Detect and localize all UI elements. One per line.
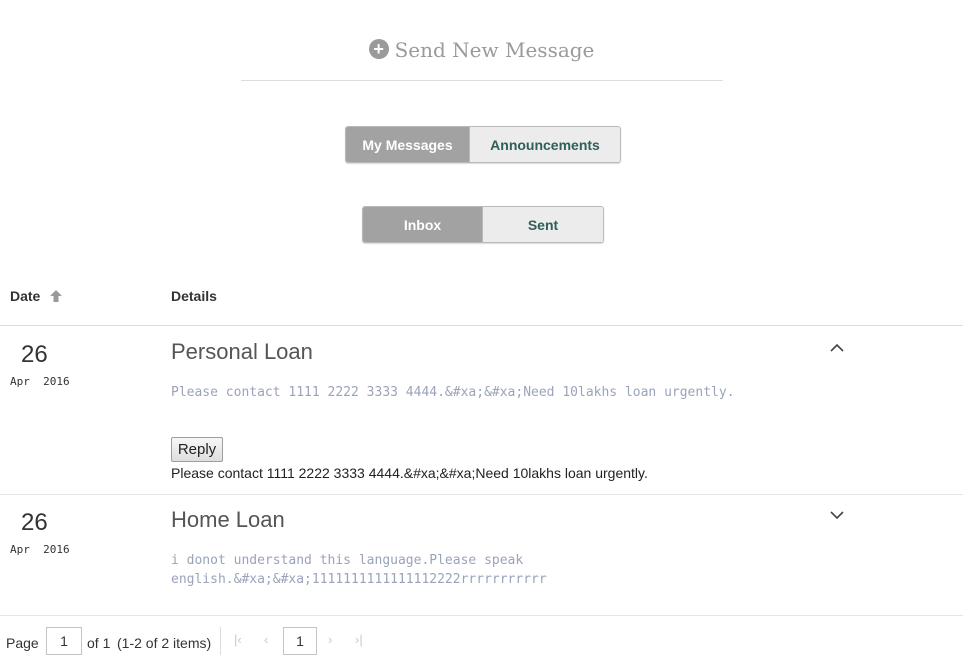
message-body: Please contact 1111 2222 3333 4444.&#xa;… (171, 465, 648, 481)
row-divider (0, 494, 963, 495)
pager-of-label: of 1 (87, 635, 111, 651)
plus-circle-icon: + (368, 39, 389, 59)
arrow-up-icon[interactable] (49, 289, 63, 303)
pager-page-label: Page (6, 635, 39, 651)
message-preview: i donot understand this language.Please … (171, 553, 547, 587)
current-page-button[interactable]: 1 (283, 627, 317, 655)
message-day: 26 (21, 509, 48, 536)
message-month-year: Apr 2016 (10, 375, 70, 388)
tab-inbox[interactable]: Inbox (363, 207, 483, 242)
message-preview: Please contact 1111 2222 3333 4444.&#xa;… (171, 385, 735, 400)
chevron-up-icon[interactable] (830, 343, 844, 353)
message-subject[interactable]: Personal Loan (171, 339, 313, 365)
header-divider (0, 325, 963, 326)
tab-my-messages[interactable]: My Messages (346, 127, 470, 162)
chevron-down-icon[interactable] (830, 510, 844, 520)
send-new-message-link[interactable]: + Send New Message (0, 38, 963, 62)
column-header-details: Details (171, 288, 217, 304)
message-type-toggle: My Messages Announcements (345, 126, 621, 163)
prev-page-icon[interactable]: ‹ (264, 632, 268, 647)
message-subject[interactable]: Home Loan (171, 507, 285, 533)
send-new-message-label: Send New Message (394, 38, 595, 62)
next-page-icon[interactable]: › (328, 632, 332, 647)
page-number-input[interactable] (46, 627, 82, 655)
last-page-icon[interactable]: ›| (355, 632, 363, 647)
pager-items-info: (1-2 of 2 items) (117, 635, 212, 651)
message-day: 26 (21, 341, 48, 368)
reply-button[interactable]: Reply (171, 437, 223, 462)
message-month-year: Apr 2016 (10, 543, 70, 556)
tab-sent[interactable]: Sent (483, 207, 603, 242)
divider (241, 80, 723, 81)
pager-divider (0, 615, 963, 616)
mailbox-toggle: Inbox Sent (362, 206, 604, 243)
first-page-icon[interactable]: |‹ (234, 632, 242, 647)
tab-announcements[interactable]: Announcements (470, 127, 620, 162)
column-header-date[interactable]: Date (10, 288, 40, 304)
pager-separator (220, 627, 221, 655)
